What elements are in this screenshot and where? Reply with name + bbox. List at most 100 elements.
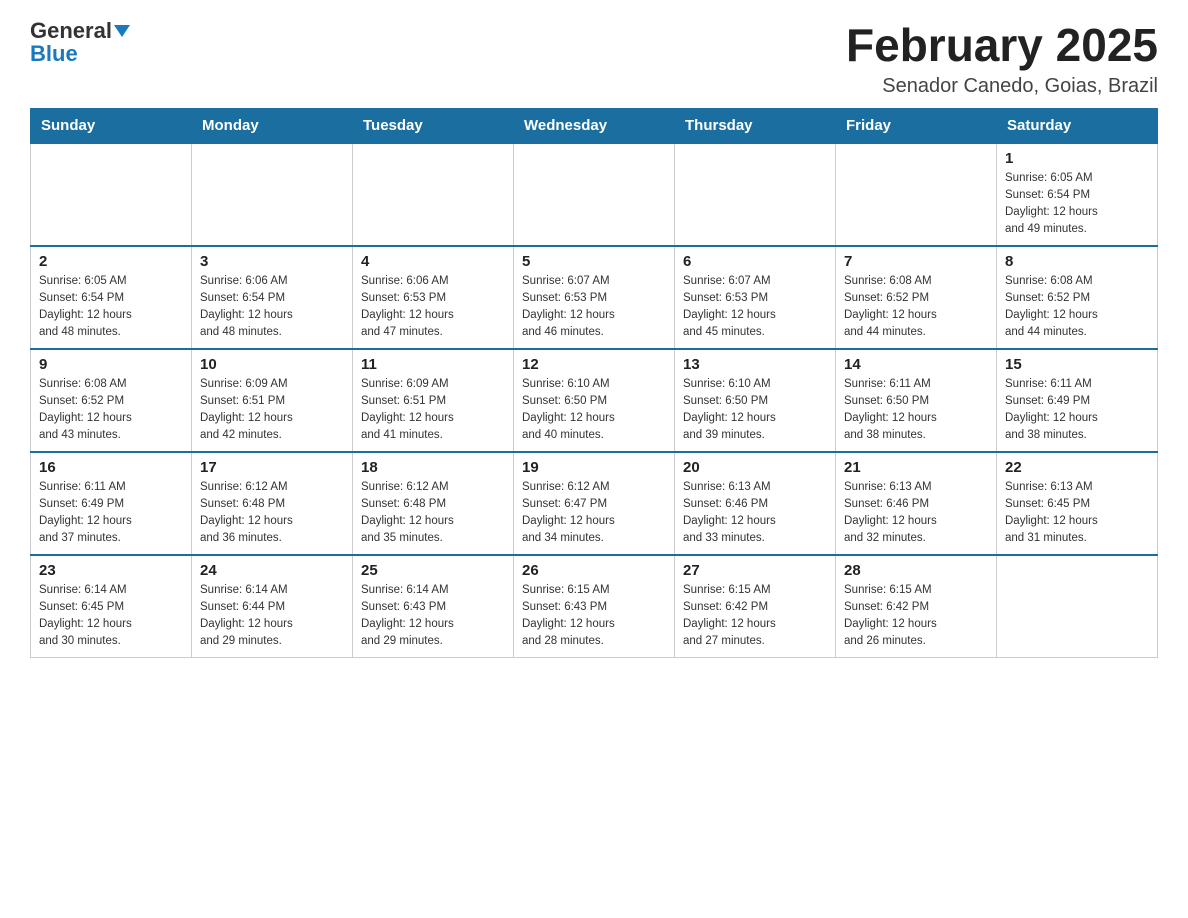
calendar-cell: 21 Sunrise: 6:13 AM Sunset: 6:46 PM Dayli… bbox=[836, 452, 997, 555]
day-number: 16 bbox=[39, 459, 183, 476]
calendar-header-tuesday: Tuesday bbox=[353, 108, 514, 143]
calendar-header-friday: Friday bbox=[836, 108, 997, 143]
day-info: Sunrise: 6:06 AM Sunset: 6:54 PM Dayligh… bbox=[200, 273, 344, 342]
day-number: 4 bbox=[361, 253, 505, 270]
logo-general-line: General bbox=[30, 20, 130, 43]
day-number: 6 bbox=[683, 253, 827, 270]
calendar-cell: 15Sunrise: 6:11 AM Sunset: 6:49 PM Dayli… bbox=[997, 349, 1158, 452]
month-title: February 2025 bbox=[846, 20, 1158, 71]
day-info: Sunrise: 6:13 AM Sunset: 6:46 PM Dayligh… bbox=[683, 479, 827, 548]
day-number: 23 bbox=[39, 562, 183, 579]
day-info: Sunrise: 6:15 AM Sunset: 6:42 PM Dayligh… bbox=[683, 582, 827, 651]
calendar-cell bbox=[514, 143, 675, 246]
calendar-cell bbox=[31, 143, 192, 246]
day-info: Sunrise: 6:11 AM Sunset: 6:50 PM Dayligh… bbox=[844, 376, 988, 445]
day-number: 5 bbox=[522, 253, 666, 270]
calendar-week-row: 23 Sunrise: 6:14 AM Sunset: 6:45 PM Dayli… bbox=[31, 555, 1158, 658]
calendar-cell: 16Sunrise: 6:11 AM Sunset: 6:49 PM Dayli… bbox=[31, 452, 192, 555]
calendar-cell: 14 Sunrise: 6:11 AM Sunset: 6:50 PM Dayli… bbox=[836, 349, 997, 452]
day-info: Sunrise: 6:13 AM Sunset: 6:45 PM Dayligh… bbox=[1005, 479, 1149, 548]
calendar-cell: 11 Sunrise: 6:09 AM Sunset: 6:51 PM Dayli… bbox=[353, 349, 514, 452]
calendar-cell: 1 Sunrise: 6:05 AM Sunset: 6:54 PM Daylig… bbox=[997, 143, 1158, 246]
calendar-cell: 27 Sunrise: 6:15 AM Sunset: 6:42 PM Dayli… bbox=[675, 555, 836, 658]
day-info: Sunrise: 6:12 AM Sunset: 6:48 PM Dayligh… bbox=[361, 479, 505, 548]
day-number: 11 bbox=[361, 356, 505, 373]
day-info: Sunrise: 6:10 AM Sunset: 6:50 PM Dayligh… bbox=[683, 376, 827, 445]
calendar-cell: 28Sunrise: 6:15 AM Sunset: 6:42 PM Dayli… bbox=[836, 555, 997, 658]
day-info: Sunrise: 6:08 AM Sunset: 6:52 PM Dayligh… bbox=[39, 376, 183, 445]
day-number: 13 bbox=[683, 356, 827, 373]
calendar-header-row: SundayMondayTuesdayWednesdayThursdayFrid… bbox=[31, 108, 1158, 143]
day-number: 20 bbox=[683, 459, 827, 476]
day-number: 21 bbox=[844, 459, 988, 476]
calendar-cell: 2Sunrise: 6:05 AM Sunset: 6:54 PM Daylig… bbox=[31, 246, 192, 349]
day-info: Sunrise: 6:09 AM Sunset: 6:51 PM Dayligh… bbox=[200, 376, 344, 445]
calendar-week-row: 1 Sunrise: 6:05 AM Sunset: 6:54 PM Daylig… bbox=[31, 143, 1158, 246]
calendar-header-wednesday: Wednesday bbox=[514, 108, 675, 143]
day-info: Sunrise: 6:07 AM Sunset: 6:53 PM Dayligh… bbox=[522, 273, 666, 342]
calendar-header-saturday: Saturday bbox=[997, 108, 1158, 143]
day-number: 18 bbox=[361, 459, 505, 476]
calendar-cell: 9 Sunrise: 6:08 AM Sunset: 6:52 PM Daylig… bbox=[31, 349, 192, 452]
day-info: Sunrise: 6:15 AM Sunset: 6:43 PM Dayligh… bbox=[522, 582, 666, 651]
calendar-cell: 24Sunrise: 6:14 AM Sunset: 6:44 PM Dayli… bbox=[192, 555, 353, 658]
title-section: February 2025 Senador Canedo, Goias, Bra… bbox=[846, 20, 1158, 98]
calendar-cell: 26 Sunrise: 6:15 AM Sunset: 6:43 PM Dayli… bbox=[514, 555, 675, 658]
calendar-cell: 8Sunrise: 6:08 AM Sunset: 6:52 PM Daylig… bbox=[997, 246, 1158, 349]
location-subtitle: Senador Canedo, Goias, Brazil bbox=[846, 75, 1158, 98]
calendar-cell: 3 Sunrise: 6:06 AM Sunset: 6:54 PM Daylig… bbox=[192, 246, 353, 349]
day-number: 17 bbox=[200, 459, 344, 476]
day-info: Sunrise: 6:09 AM Sunset: 6:51 PM Dayligh… bbox=[361, 376, 505, 445]
day-info: Sunrise: 6:07 AM Sunset: 6:53 PM Dayligh… bbox=[683, 273, 827, 342]
calendar-cell: 23 Sunrise: 6:14 AM Sunset: 6:45 PM Dayli… bbox=[31, 555, 192, 658]
day-number: 8 bbox=[1005, 253, 1149, 270]
day-number: 25 bbox=[361, 562, 505, 579]
day-info: Sunrise: 6:05 AM Sunset: 6:54 PM Dayligh… bbox=[1005, 170, 1149, 239]
day-number: 1 bbox=[1005, 150, 1149, 167]
calendar-cell: 4Sunrise: 6:06 AM Sunset: 6:53 PM Daylig… bbox=[353, 246, 514, 349]
calendar-table: SundayMondayTuesdayWednesdayThursdayFrid… bbox=[30, 108, 1158, 658]
calendar-cell bbox=[675, 143, 836, 246]
day-number: 14 bbox=[844, 356, 988, 373]
calendar-header-sunday: Sunday bbox=[31, 108, 192, 143]
calendar-cell: 19 Sunrise: 6:12 AM Sunset: 6:47 PM Dayli… bbox=[514, 452, 675, 555]
day-info: Sunrise: 6:13 AM Sunset: 6:46 PM Dayligh… bbox=[844, 479, 988, 548]
calendar-cell: 5 Sunrise: 6:07 AM Sunset: 6:53 PM Daylig… bbox=[514, 246, 675, 349]
day-number: 10 bbox=[200, 356, 344, 373]
calendar-week-row: 16Sunrise: 6:11 AM Sunset: 6:49 PM Dayli… bbox=[31, 452, 1158, 555]
day-number: 9 bbox=[39, 356, 183, 373]
logo-triangle-icon bbox=[114, 25, 130, 37]
day-info: Sunrise: 6:14 AM Sunset: 6:45 PM Dayligh… bbox=[39, 582, 183, 651]
calendar-cell: 25 Sunrise: 6:14 AM Sunset: 6:43 PM Dayli… bbox=[353, 555, 514, 658]
day-number: 2 bbox=[39, 253, 183, 270]
day-info: Sunrise: 6:10 AM Sunset: 6:50 PM Dayligh… bbox=[522, 376, 666, 445]
day-number: 3 bbox=[200, 253, 344, 270]
day-number: 19 bbox=[522, 459, 666, 476]
calendar-header-thursday: Thursday bbox=[675, 108, 836, 143]
day-info: Sunrise: 6:15 AM Sunset: 6:42 PM Dayligh… bbox=[844, 582, 988, 651]
calendar-cell: 20 Sunrise: 6:13 AM Sunset: 6:46 PM Dayli… bbox=[675, 452, 836, 555]
logo-blue-text: Blue bbox=[30, 41, 78, 66]
logo: General Blue bbox=[30, 20, 130, 66]
day-number: 12 bbox=[522, 356, 666, 373]
page-header: General Blue February 2025 Senador Caned… bbox=[30, 20, 1158, 98]
day-number: 26 bbox=[522, 562, 666, 579]
day-number: 27 bbox=[683, 562, 827, 579]
calendar-cell: 12 Sunrise: 6:10 AM Sunset: 6:50 PM Dayli… bbox=[514, 349, 675, 452]
calendar-cell: 7Sunrise: 6:08 AM Sunset: 6:52 PM Daylig… bbox=[836, 246, 997, 349]
day-info: Sunrise: 6:08 AM Sunset: 6:52 PM Dayligh… bbox=[844, 273, 988, 342]
calendar-cell: 6 Sunrise: 6:07 AM Sunset: 6:53 PM Daylig… bbox=[675, 246, 836, 349]
calendar-week-row: 2Sunrise: 6:05 AM Sunset: 6:54 PM Daylig… bbox=[31, 246, 1158, 349]
calendar-cell: 22Sunrise: 6:13 AM Sunset: 6:45 PM Dayli… bbox=[997, 452, 1158, 555]
day-info: Sunrise: 6:14 AM Sunset: 6:43 PM Dayligh… bbox=[361, 582, 505, 651]
day-info: Sunrise: 6:12 AM Sunset: 6:47 PM Dayligh… bbox=[522, 479, 666, 548]
calendar-cell: 17 Sunrise: 6:12 AM Sunset: 6:48 PM Dayli… bbox=[192, 452, 353, 555]
calendar-cell bbox=[192, 143, 353, 246]
day-info: Sunrise: 6:14 AM Sunset: 6:44 PM Dayligh… bbox=[200, 582, 344, 651]
calendar-cell: 13 Sunrise: 6:10 AM Sunset: 6:50 PM Dayli… bbox=[675, 349, 836, 452]
day-info: Sunrise: 6:11 AM Sunset: 6:49 PM Dayligh… bbox=[1005, 376, 1149, 445]
calendar-cell: 10 Sunrise: 6:09 AM Sunset: 6:51 PM Dayli… bbox=[192, 349, 353, 452]
day-info: Sunrise: 6:12 AM Sunset: 6:48 PM Dayligh… bbox=[200, 479, 344, 548]
calendar-header-monday: Monday bbox=[192, 108, 353, 143]
calendar-week-row: 9 Sunrise: 6:08 AM Sunset: 6:52 PM Daylig… bbox=[31, 349, 1158, 452]
